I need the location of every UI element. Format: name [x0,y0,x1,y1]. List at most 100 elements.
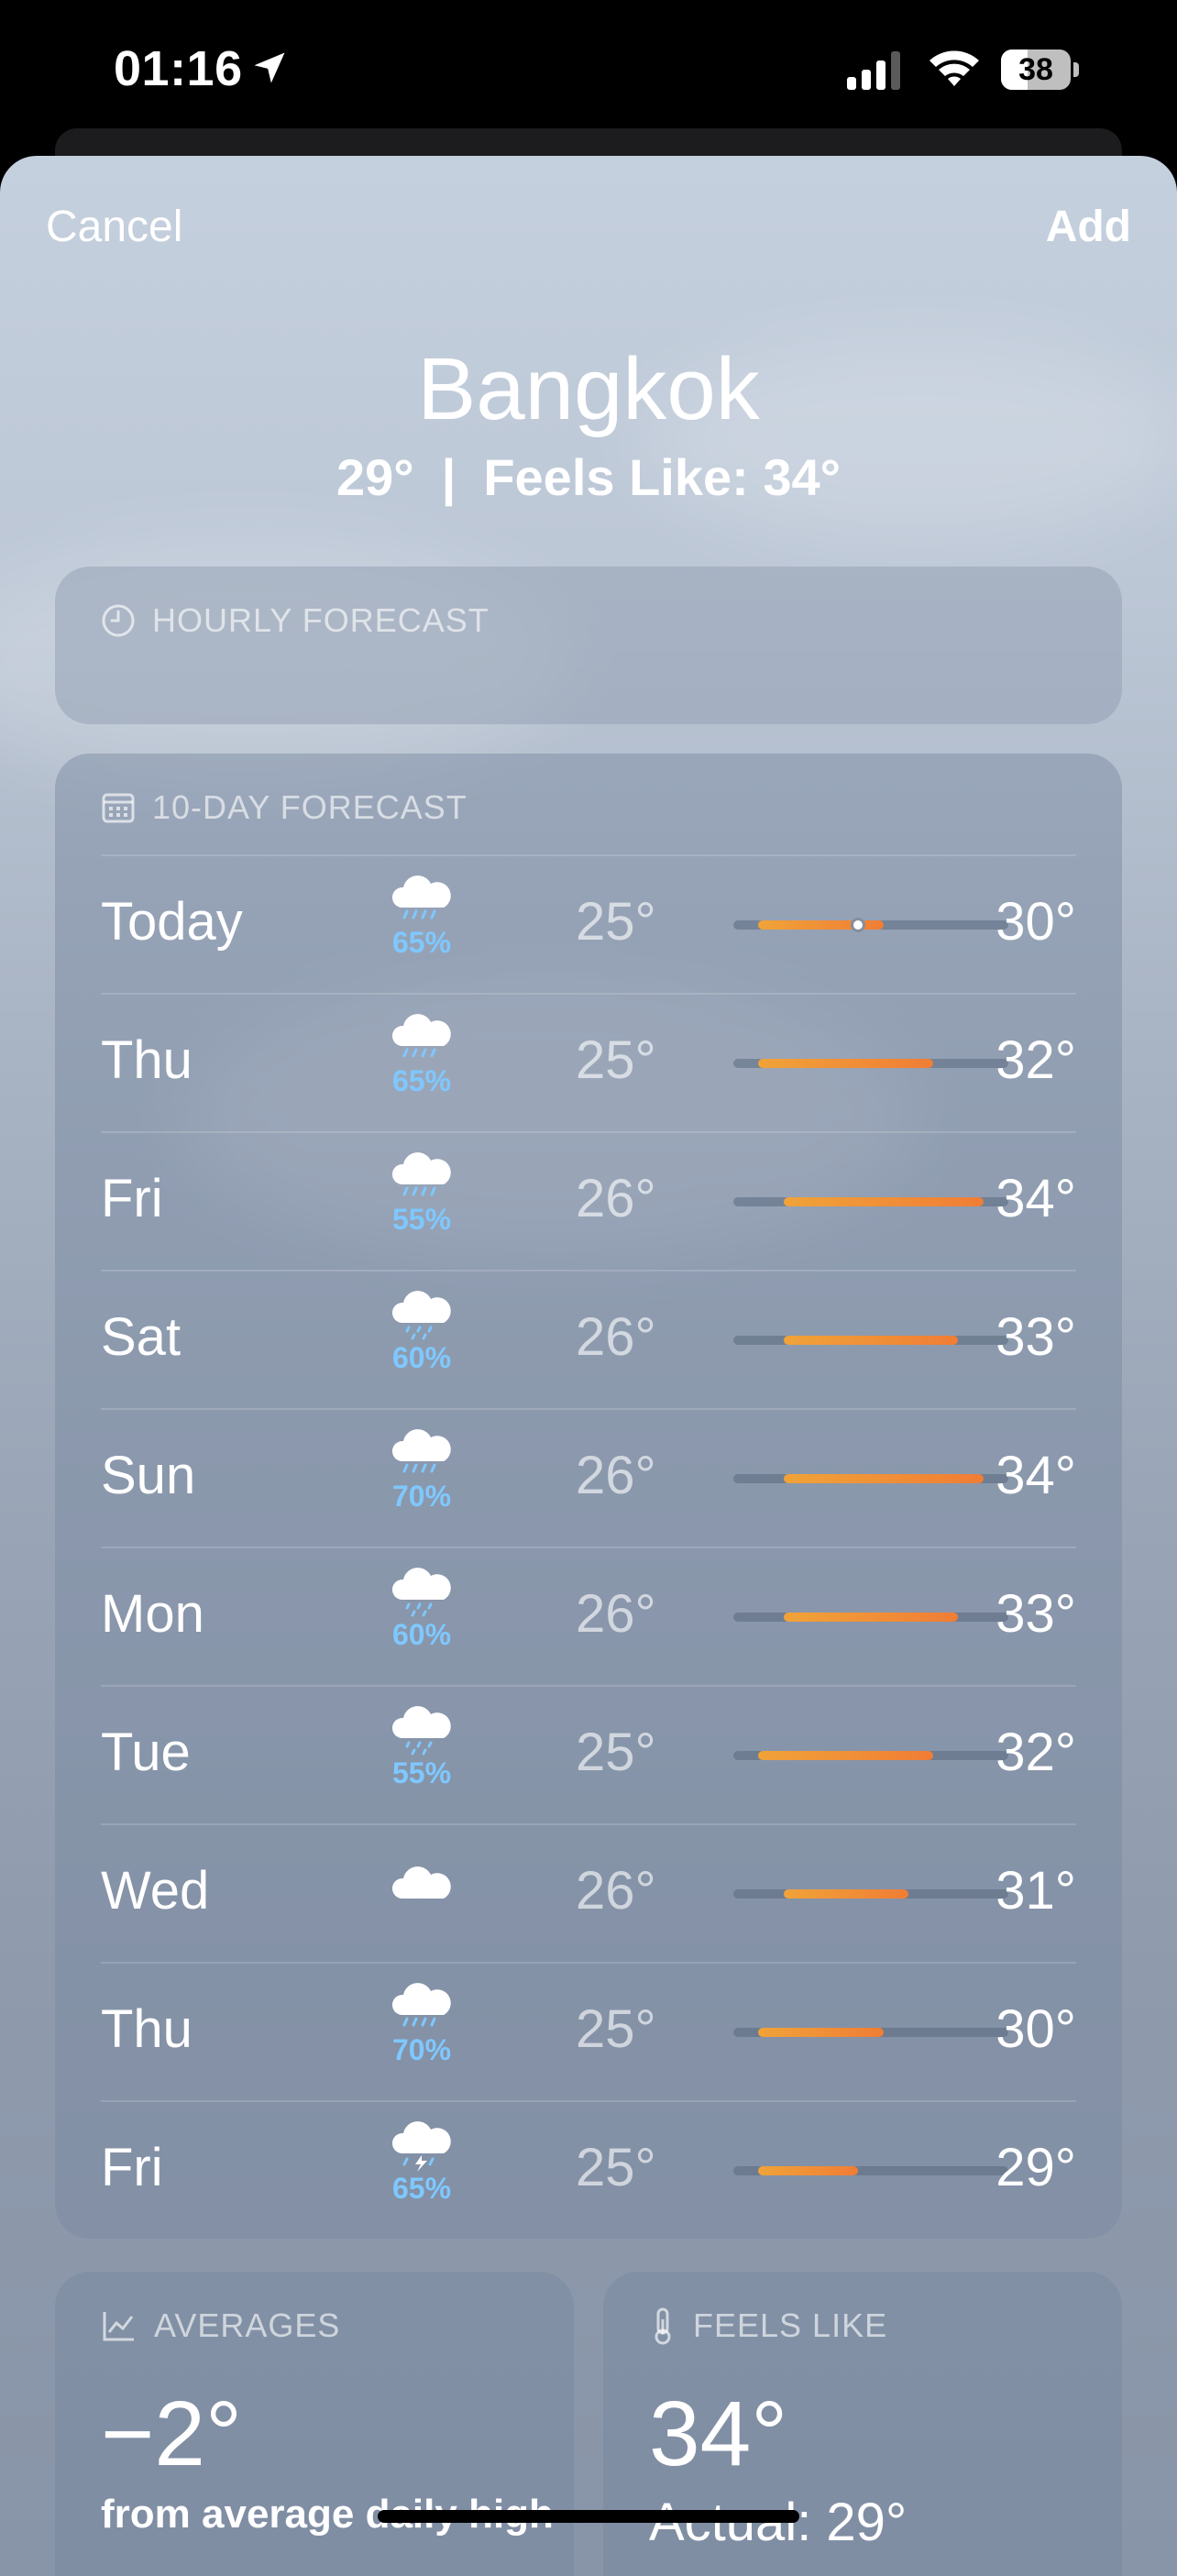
city-name: Bangkok [417,340,760,438]
low-temp: 25° [576,892,656,952]
row-divider [101,1547,1076,1548]
cloud-rain-icon: 55% [376,1148,468,1258]
temp-range-bar [733,1197,1008,1206]
location-arrow-icon [254,52,285,83]
current-temp-dot [851,918,866,932]
high-temp: 33° [996,1584,1076,1644]
forecast-day: Today [101,892,243,952]
current-temp: 29° [336,448,414,506]
forecast-row[interactable]: Fri 65% 25° 29° [101,2100,1076,2238]
status-bar: 01:16 38 [0,0,1177,138]
forecast-day: Thu [101,1030,192,1090]
temp-range-bar [733,1751,1008,1760]
thermometer-icon [654,2307,671,2345]
forecast-row[interactable]: Sat 60% 26° 33° [101,1270,1076,1407]
temp-range-bar [733,1059,1008,1068]
temp-range-bar [733,1613,1008,1622]
add-button[interactable]: Add [1046,202,1131,252]
home-indicator[interactable] [378,2510,799,2523]
precip-chance: 65% [391,2172,452,2205]
forecast-row[interactable]: Mon 60% 26° 33° [101,1547,1076,1684]
row-divider [101,1131,1076,1133]
cloud-drizzle-icon: 60% [376,1286,468,1396]
temp-range-bar [733,2028,1008,2037]
high-temp: 30° [996,892,1076,952]
forecast-row[interactable]: Tue 55% 25° 32° [101,1685,1076,1822]
temp-range-bar [733,1474,1008,1483]
row-divider [101,1962,1076,1964]
row-divider [101,854,1076,856]
cancel-button[interactable]: Cancel [46,202,182,252]
temp-range-bar [733,2166,1008,2175]
temp-separator: | [441,448,456,506]
status-time: 01:16 [114,41,243,96]
ten-day-forecast-card[interactable]: 10-DAY FORECAST Today 65% 25° 30° Thu 65% 25° 3… [55,754,1122,2239]
low-temp: 26° [576,1446,656,1505]
forecast-day: Mon [101,1584,204,1644]
temp-range-fill [758,2166,859,2175]
precip-chance: 60% [391,1341,452,1374]
high-temp: 30° [996,1999,1076,2059]
forecast-row[interactable]: Wed 26° 31° [101,1823,1076,1961]
row-divider [101,1823,1076,1825]
forecast-row[interactable]: Today 65% 25° 30° [101,854,1076,992]
chart-trend-icon [103,2312,134,2341]
temp-range-bar [733,1336,1008,1345]
low-temp: 26° [576,1861,656,1921]
clock-icon [102,604,135,637]
feels-like-card[interactable]: FEELS LIKE 34° Actual: 29° [603,2272,1122,2576]
low-temp: 25° [576,2138,656,2197]
precip-chance: 70% [391,2033,452,2066]
row-divider [101,993,1076,995]
feels-like-summary: Feels Like: 34° [483,448,842,506]
hourly-forecast-title: HOURLY FORECAST [152,601,490,639]
low-temp: 26° [576,1169,656,1228]
cloud-rain-icon: 65% [376,1009,468,1119]
feels-like-value: 34° [649,2383,788,2485]
current-conditions: 29° | Feels Like: 34° [0,447,1177,507]
ten-day-forecast-title: 10-DAY FORECAST [152,788,468,826]
high-temp: 32° [996,1030,1076,1090]
battery-level: 38 [1018,52,1053,87]
low-temp: 26° [576,1307,656,1367]
high-temp: 32° [996,1723,1076,1782]
cloud-drizzle-icon: 60% [376,1563,468,1673]
averages-card[interactable]: AVERAGES −2° from average daily high [55,2272,574,2576]
ten-day-forecast-header: 10-DAY FORECAST [101,787,468,829]
hourly-forecast-header: HOURLY FORECAST [101,600,490,642]
high-temp: 34° [996,1446,1076,1505]
high-temp: 31° [996,1861,1076,1921]
temp-range-fill [783,1197,984,1206]
high-temp: 34° [996,1169,1076,1228]
low-temp: 25° [576,1999,656,2059]
row-divider [101,2100,1076,2102]
low-temp: 26° [576,1584,656,1644]
forecast-day: Sun [101,1446,196,1505]
temp-range-fill [783,1613,959,1622]
forecast-day: Tue [101,1723,191,1782]
hourly-forecast-card[interactable]: HOURLY FORECAST [55,567,1122,724]
forecast-row[interactable]: Sun 70% 26° 34° [101,1408,1076,1546]
temp-range-bar [733,1889,1008,1899]
cloud-rain-icon: 70% [376,1425,468,1535]
forecast-row[interactable]: Thu 70% 25° 30° [101,1962,1076,2099]
averages-header: AVERAGES [101,2305,340,2347]
high-temp: 29° [996,2138,1076,2197]
add-location-sheet: Cancel Add Bangkok 29° | Feels Like: 34° H… [0,156,1177,2576]
cloud-icon [376,1858,468,1968]
low-temp: 25° [576,1723,656,1782]
forecast-day: Fri [101,2138,163,2197]
temp-range-fill [783,1336,959,1345]
forecast-row[interactable]: Fri 55% 26° 34° [101,1131,1076,1269]
wifi-icon [930,50,979,86]
temp-range-fill [758,2028,884,2037]
cloud-rain-icon: 70% [376,1978,468,2088]
cellular-signal-icon [847,51,900,90]
forecast-day: Sat [101,1307,182,1367]
precip-chance: 55% [391,1203,452,1236]
forecast-row[interactable]: Thu 65% 25° 32° [101,993,1076,1130]
calendar-icon [102,793,135,823]
row-divider [101,1685,1076,1687]
precip-chance: 65% [391,1064,452,1097]
forecast-day: Fri [101,1169,163,1228]
